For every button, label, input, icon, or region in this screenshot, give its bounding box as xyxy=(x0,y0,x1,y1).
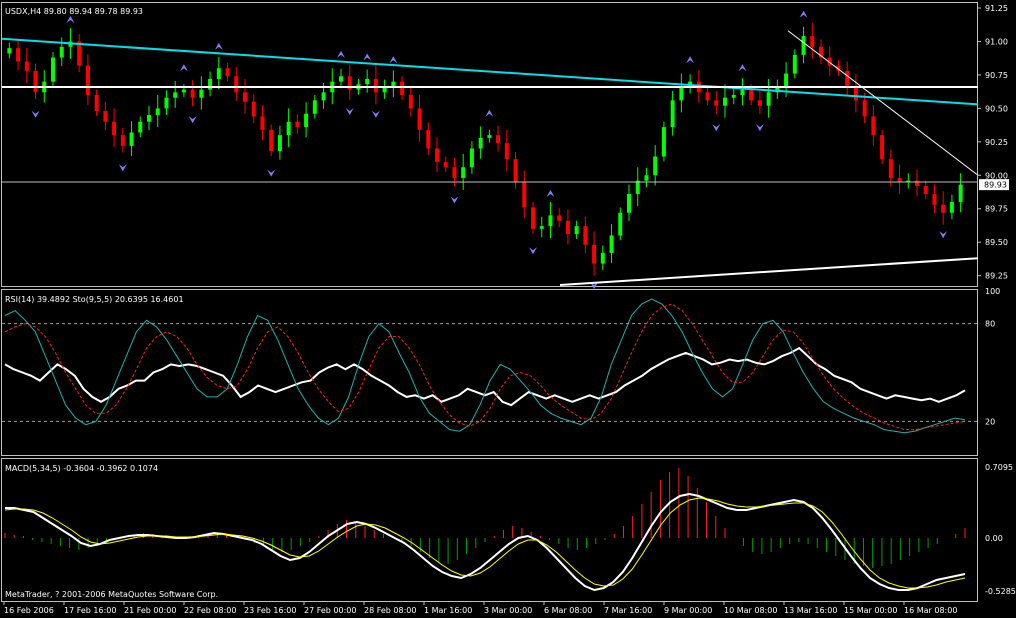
price-y-tick-label: 89.50 xyxy=(985,238,1008,247)
oscillator-y-tick-label: 100 xyxy=(985,287,1000,296)
oscillator-y-tick-label: 20 xyxy=(985,417,995,426)
price-y-tick-label: 91.25 xyxy=(985,4,1008,13)
mt4-chart[interactable]: 91.25 91.00 90.75 90.50 90.25 90.00 89.75 89.50… xyxy=(0,0,1016,618)
price-y-tick-label: 90.00 xyxy=(985,171,1008,180)
x-tick-label: 16 Feb 2006 xyxy=(4,606,54,615)
price-y-tick-label: 91.00 xyxy=(985,37,1008,46)
x-tick-label: 16 Mar 08:00 xyxy=(904,606,957,615)
price-y-tick-label: 90.50 xyxy=(985,104,1008,113)
price-candle xyxy=(661,121,666,162)
price-y-tick-label: 89.25 xyxy=(985,272,1008,281)
x-tick-label: 10 Mar 08:00 xyxy=(724,606,777,615)
x-tick-label: 27 Feb 00:00 xyxy=(304,606,356,615)
x-tick-label: 21 Feb 00:00 xyxy=(124,606,176,615)
x-tick-label: 1 Mar 16:00 xyxy=(424,606,472,615)
macd-y-tick-label: 0.00 xyxy=(985,534,1003,543)
macd-y-tick-label: -0.5285 xyxy=(985,587,1016,596)
x-tick-label: 15 Mar 00:00 xyxy=(844,606,897,615)
x-tick-label: 13 Mar 16:00 xyxy=(784,606,837,615)
x-tick-label: 6 Mar 08:00 xyxy=(544,606,592,615)
rsi-panel-header: RSI(14) 39.4892 Sto(9,5,5) 20.6395 16.46… xyxy=(5,295,184,304)
price-y-tick-label: 90.25 xyxy=(985,138,1008,147)
last-price-label: 89.93 xyxy=(984,181,1007,190)
x-tick-label: 22 Feb 08:00 xyxy=(184,606,236,615)
x-tick-label: 17 Feb 16:00 xyxy=(64,606,116,615)
copyright-text: MetaTrader, ? 2001-2006 MetaQuotes Softw… xyxy=(5,590,218,599)
price-y-tick-label: 89.75 xyxy=(985,205,1008,214)
macd-panel-header: MACD(5,34,5) -0.3604 -0.3962 0.1074 xyxy=(5,464,158,473)
x-tick-label: 7 Mar 16:00 xyxy=(604,606,652,615)
x-tick-label: 28 Feb 08:00 xyxy=(364,606,416,615)
last-price-marker: 89.93 xyxy=(979,179,1009,191)
x-tick-label: 9 Mar 00:00 xyxy=(664,606,712,615)
x-tick-label: 23 Feb 16:00 xyxy=(244,606,296,615)
oscillator-y-tick-label: 80 xyxy=(985,320,995,329)
x-tick-label: 3 Mar 00:00 xyxy=(484,606,532,615)
macd-y-tick-label: 0.7095 xyxy=(985,463,1013,472)
price-panel-header: USDX,H4 89.80 89.94 89.78 89.93 xyxy=(5,7,143,16)
chart-background xyxy=(0,0,1016,618)
price-y-tick-label: 90.75 xyxy=(985,71,1008,80)
